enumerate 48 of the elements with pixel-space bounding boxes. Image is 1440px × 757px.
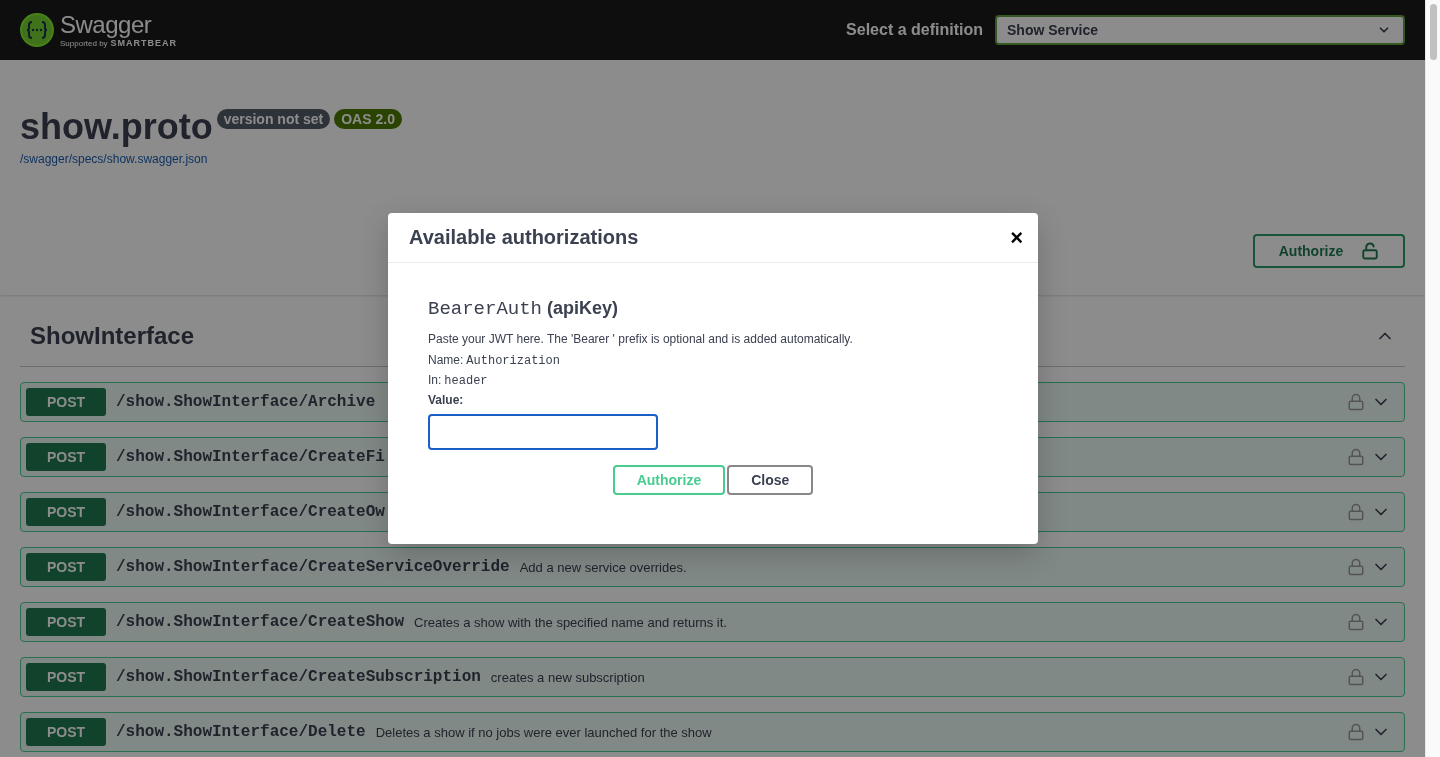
section-title: ShowInterface <box>30 321 195 350</box>
padlock-icon[interactable] <box>1347 723 1365 741</box>
operation-summary: creates a new subscription <box>490 669 645 685</box>
padlock-icon[interactable] <box>1347 613 1365 631</box>
operation-path: /show.ShowInterface/CreateServiceOverride <box>116 558 510 576</box>
operation-summary: Deletes a show if no jobs were ever launched for the show <box>375 724 712 740</box>
operation-summary: Add a new service overrides. <box>519 559 687 575</box>
operation-summary: Creates a show with the specified name and returns it. <box>414 614 727 630</box>
swagger-logo-icon <box>20 13 54 47</box>
definition-label: Select a definition <box>846 21 983 39</box>
method-badge: POST <box>26 608 106 636</box>
method-badge: POST <box>26 443 106 471</box>
padlock-icon[interactable] <box>1347 558 1365 576</box>
method-badge: POST <box>26 718 106 746</box>
padlock-icon[interactable] <box>1347 393 1365 411</box>
value-label: Value: <box>428 393 465 407</box>
operation-path: /show.ShowInterface/Archive <box>116 393 376 411</box>
padlock-icon[interactable] <box>1347 448 1365 466</box>
padlock-icon <box>1361 242 1380 260</box>
operation-path: /show.ShowInterface/CreateSubscription <box>116 668 481 686</box>
dialog-title: Available authorizations <box>409 226 639 249</box>
padlock-icon[interactable] <box>1347 668 1365 686</box>
method-badge: POST <box>26 663 106 691</box>
logo-name: Swagger <box>60 12 153 37</box>
in-value: header <box>444 374 488 388</box>
in-label: In: <box>428 373 442 387</box>
oas-badge: OAS 2.0 <box>334 109 402 129</box>
version-badge: version not set <box>216 109 331 129</box>
logo-brand: SMARTBEAR <box>110 38 178 48</box>
value-input[interactable] <box>428 414 658 450</box>
method-badge: POST <box>26 553 106 581</box>
api-title: show.proto <box>20 105 213 149</box>
authorize-button[interactable]: Authorize <box>1253 234 1405 268</box>
operation-path: /show.ShowInterface/CreateShow <box>116 613 405 631</box>
operation-path: /show.ShowInterface/CreateOw <box>116 503 385 521</box>
name-value: Authorization <box>466 354 560 368</box>
close-button[interactable]: × <box>1007 226 1026 249</box>
method-badge: POST <box>26 498 106 526</box>
definition-select[interactable]: Show Service <box>995 15 1405 45</box>
logo-tagline: Supported by <box>60 39 108 48</box>
method-badge: POST <box>26 388 106 416</box>
close-button[interactable]: Close <box>727 465 814 495</box>
name-label: Name: <box>428 353 464 367</box>
operation-path: /show.ShowInterface/CreateFi <box>116 448 385 466</box>
padlock-icon[interactable] <box>1347 503 1365 521</box>
operation-path: /show.ShowInterface/Delete <box>116 723 366 741</box>
spec-link[interactable]: /swagger/specs/show.swagger.json <box>20 152 208 166</box>
scheme-description: Paste your JWT here. The 'Bearer ' prefix is optional and is added automatically. <box>428 332 854 347</box>
